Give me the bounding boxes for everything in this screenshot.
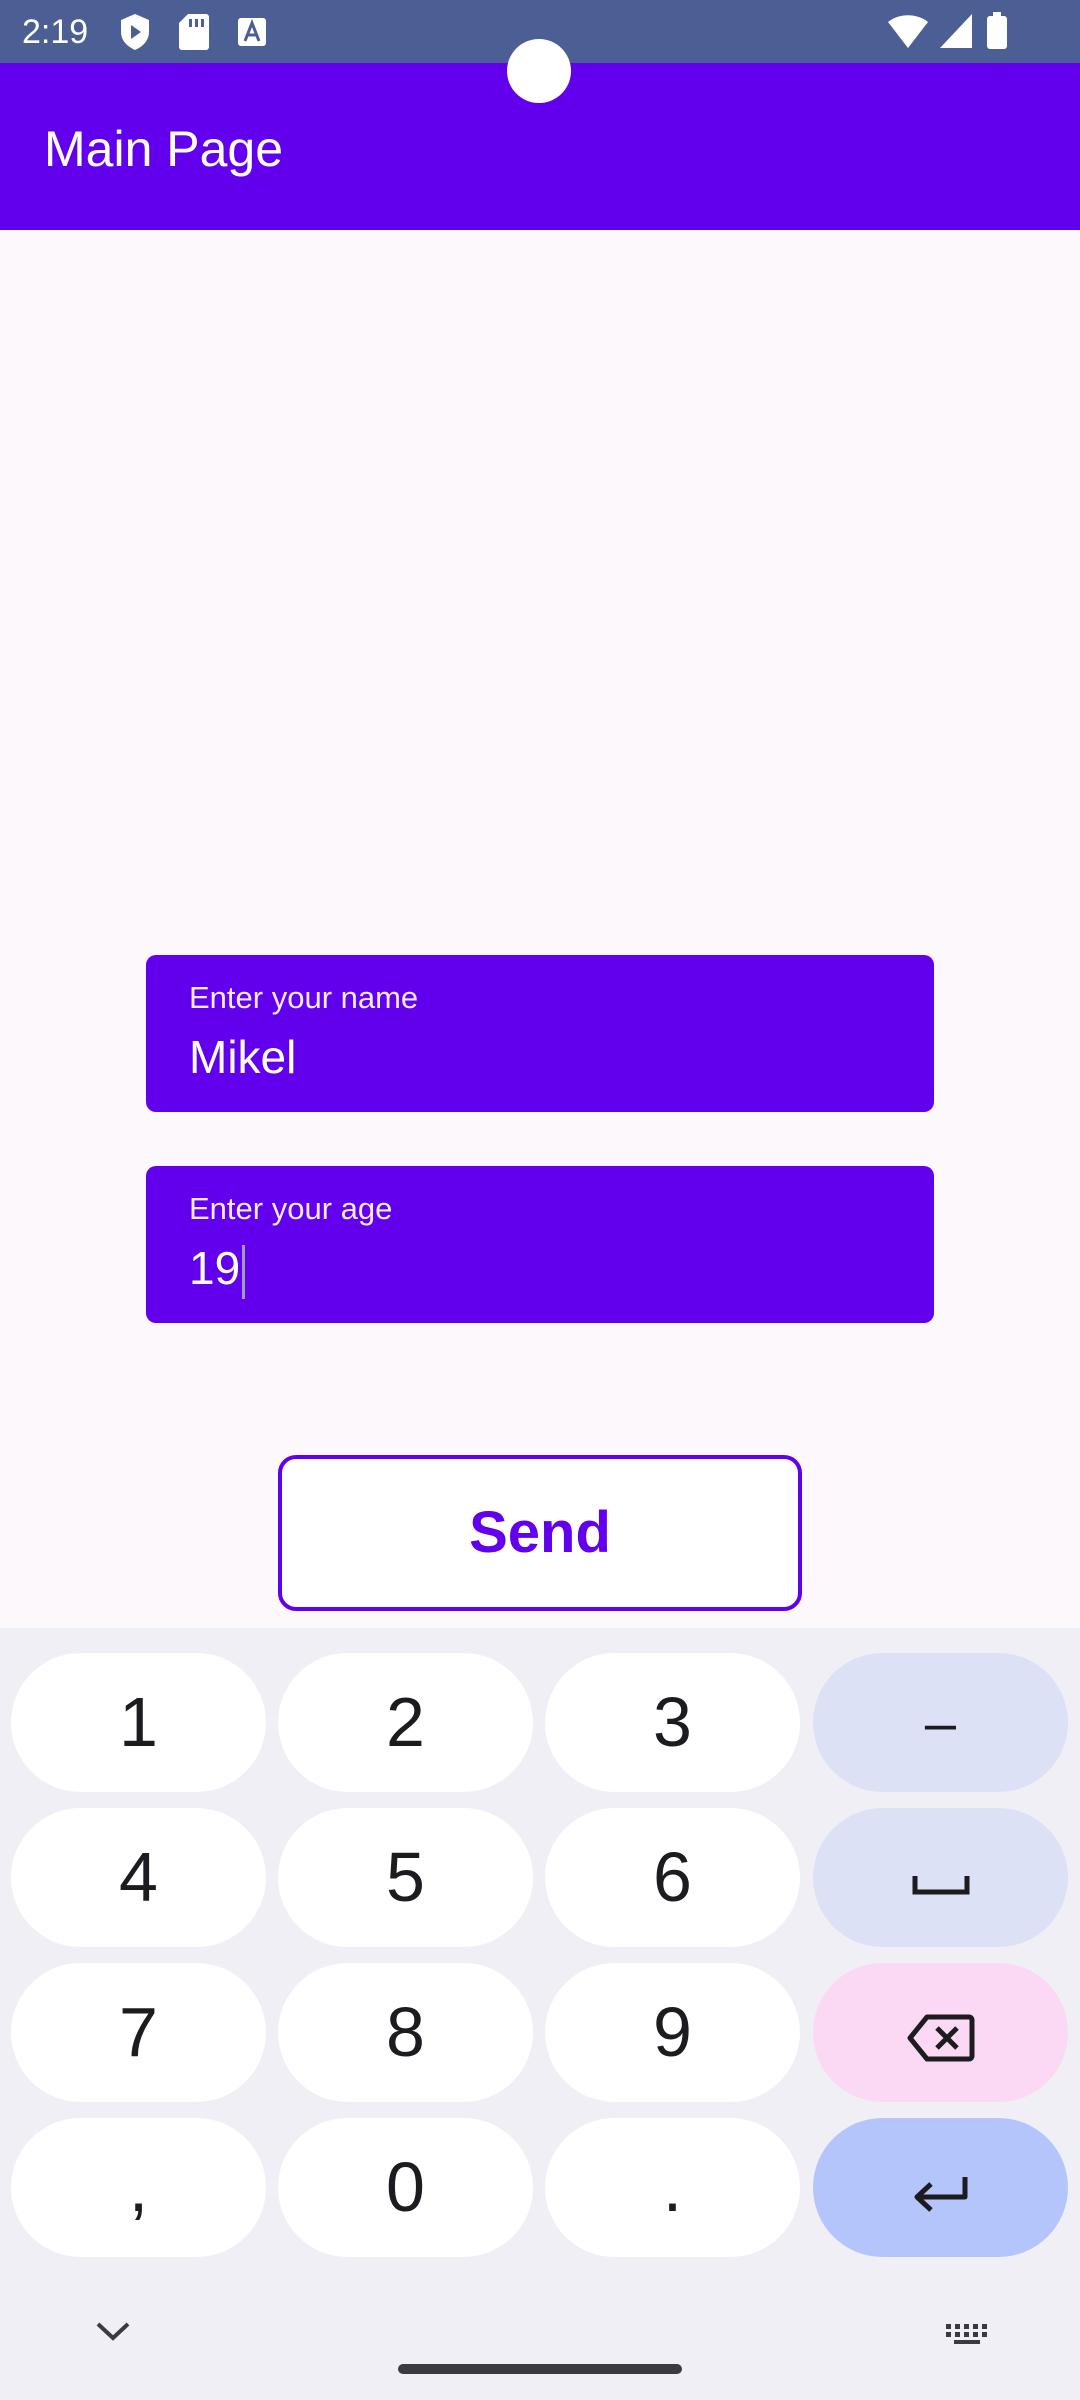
name-field[interactable]: Enter your name Mikel	[146, 955, 934, 1112]
key-backspace[interactable]	[813, 1963, 1068, 2102]
key-6[interactable]: 6	[545, 1808, 800, 1947]
space-icon	[911, 1838, 971, 1916]
page-title: Main Page	[44, 121, 284, 177]
age-field-value: 19	[189, 1242, 241, 1294]
name-field-value: Mikel	[189, 1031, 297, 1083]
backspace-icon	[907, 1993, 975, 2071]
text-cursor	[242, 1244, 246, 1299]
sd-card-icon	[178, 12, 210, 57]
send-button[interactable]: Send	[278, 1455, 802, 1611]
camera-cutout	[507, 39, 571, 103]
key-9[interactable]: 9	[545, 1963, 800, 2102]
key-8[interactable]: 8	[278, 1963, 533, 2102]
key-1[interactable]: 1	[11, 1653, 266, 1792]
shield-play-icon	[118, 12, 152, 57]
battery-icon	[986, 12, 1008, 55]
wifi-icon	[886, 12, 930, 55]
cell-signal-icon	[938, 12, 974, 55]
status-time: 2:19	[22, 13, 89, 51]
key-3[interactable]: 3	[545, 1653, 800, 1792]
home-gesture-bar[interactable]	[398, 2364, 682, 2374]
key-space[interactable]	[813, 1808, 1068, 1947]
key-period[interactable]: .	[545, 2118, 800, 2257]
key-5[interactable]: 5	[278, 1808, 533, 1947]
name-field-label: Enter your name	[189, 980, 419, 1015]
age-field-value-wrap: 19	[189, 1240, 246, 1299]
key-0[interactable]: 0	[278, 2118, 533, 2257]
enter-icon	[911, 2148, 971, 2226]
key-4[interactable]: 4	[11, 1808, 266, 1947]
key-2[interactable]: 2	[278, 1653, 533, 1792]
key-dash[interactable]: –	[813, 1653, 1068, 1792]
keyboard-switch-icon[interactable]	[944, 2322, 990, 2351]
age-field[interactable]: Enter your age 19	[146, 1166, 934, 1323]
age-field-label: Enter your age	[189, 1191, 393, 1226]
key-7[interactable]: 7	[11, 1963, 266, 2102]
key-enter[interactable]	[813, 2118, 1068, 2257]
chevron-down-icon[interactable]	[92, 2318, 134, 2349]
text-a-icon	[236, 12, 268, 57]
key-comma[interactable]: ,	[11, 2118, 266, 2257]
